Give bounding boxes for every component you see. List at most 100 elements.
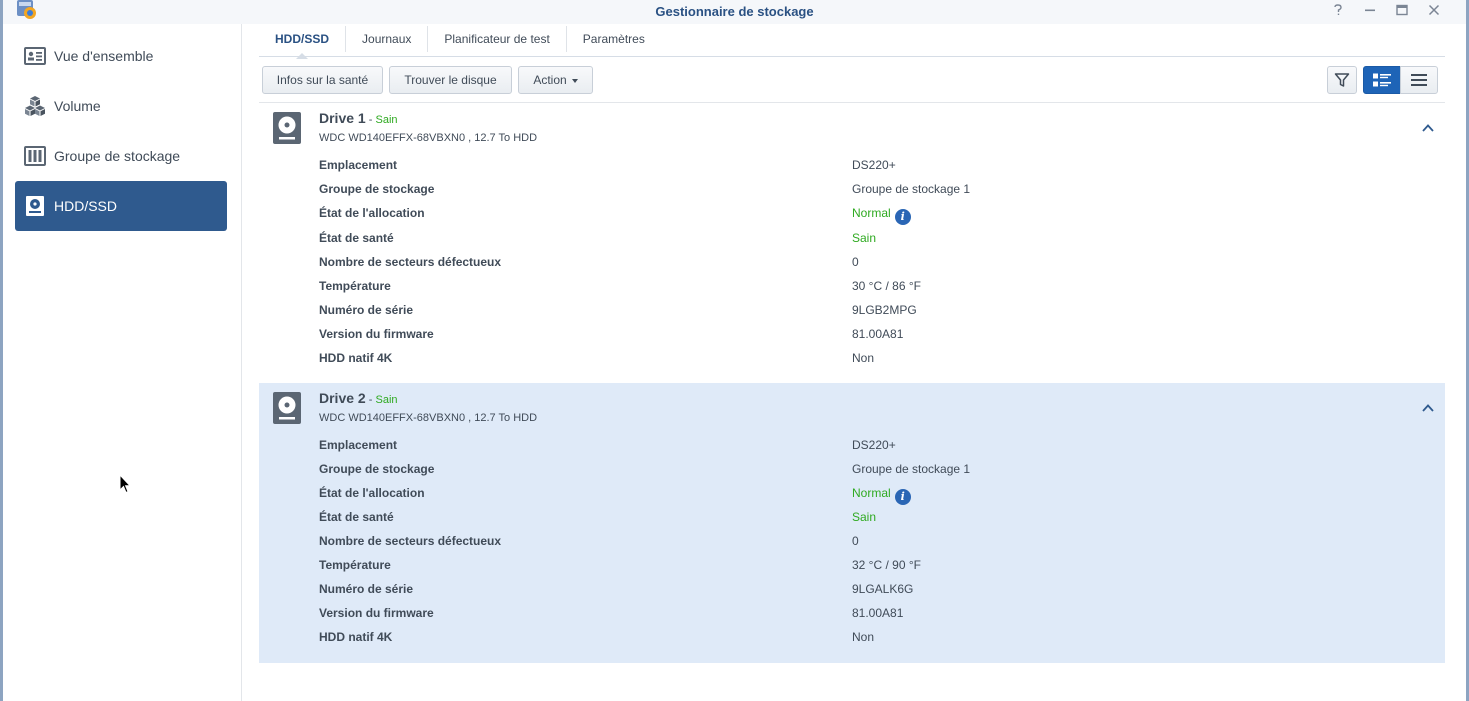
detail-list-icon [1373,73,1391,87]
detail-row-allocation-status: État de l'allocation Normal i [319,206,1419,230]
sidebar-item-label: HDD/SSD [54,198,118,214]
tab-divider [259,56,1445,57]
maximize-button[interactable] [1392,2,1412,20]
health-info-button[interactable]: Infos sur la santé [262,66,383,94]
drive-name: Drive 2 [319,390,366,406]
detail-label: Version du firmware [319,327,434,341]
help-icon [1334,4,1342,15]
window-title: Gestionnaire de stockage [655,4,814,19]
detail-label: État de santé [319,231,394,245]
drive-card-2[interactable]: Drive 2 - Sain WDC WD140EFFX-68VBXN0 , 1… [259,383,1445,663]
storage-manager-window: Gestionnaire de stockage Vue d'ensemble [3,0,1466,701]
detail-label: Numéro de série [319,303,414,317]
hdd-icon [273,112,301,144]
detail-label: HDD natif 4K [319,351,393,365]
list-icon [1411,74,1427,86]
allocation-status-text: Normal [852,486,891,500]
detail-value: Groupe de stockage 1 [852,462,971,476]
minimize-button[interactable] [1360,2,1380,20]
drive-name: Drive 1 [319,110,366,126]
locate-disk-button[interactable]: Trouver le disque [389,66,512,94]
hdd-icon [273,392,301,424]
detail-row-native-4k: HDD natif 4K Non [319,351,1419,375]
volume-cubes-icon [25,96,45,116]
action-label: Action [533,73,567,87]
sidebar-item-storage-pool[interactable]: Groupe de stockage [15,131,227,181]
detail-row-temperature: Température 32 °C / 90 °F [319,558,1419,582]
close-icon [1428,4,1440,16]
detail-value: 81.00A81 [852,606,904,620]
sidebar-item-label: Vue d'ensemble [54,48,154,64]
detail-value: Sain [852,231,877,245]
info-icon[interactable]: i [894,489,911,505]
help-button[interactable] [1328,2,1348,20]
sidebar: Vue d'ensemble Volume Groupe de stockage… [3,24,242,701]
detail-row-location: Emplacement DS220+ [319,438,1419,462]
tab-logs[interactable]: Journaux [346,26,429,52]
sidebar-item-label: Volume [54,98,101,114]
detail-row-firmware-version: Version du firmware 81.00A81 [319,327,1419,351]
detail-row-temperature: Température 30 °C / 86 °F [319,279,1419,303]
filter-icon [1334,73,1350,87]
detail-label: Version du firmware [319,606,434,620]
chevron-up-icon[interactable] [1421,121,1435,135]
list-view-button[interactable] [1400,66,1438,94]
minimize-icon [1365,9,1375,12]
tab-test-scheduler[interactable]: Planificateur de test [428,26,567,52]
sidebar-item-volume[interactable]: Volume [15,81,227,131]
maximize-icon [1396,4,1408,16]
detail-value: DS220+ [852,158,896,172]
detail-label: Nombre de secteurs défectueux [319,534,502,548]
filter-button[interactable] [1327,66,1357,94]
chevron-up-icon[interactable] [1421,401,1435,415]
drive-title: Drive 2 - Sain [319,390,398,406]
tab-settings[interactable]: Paramètres [567,26,661,52]
detail-label: État de l'allocation [319,206,425,220]
sidebar-item-overview[interactable]: Vue d'ensemble [15,31,227,81]
detail-value: 9LGB2MPG [852,303,917,317]
detail-value: 32 °C / 90 °F [852,558,921,572]
detail-value: 30 °C / 86 °F [852,279,921,293]
drive-card-1[interactable]: Drive 1 - Sain WDC WD140EFFX-68VBXN0 , 1… [259,103,1445,383]
detail-row-serial-number: Numéro de série 9LGALK6G [319,582,1419,606]
detail-row-bad-sectors: Nombre de secteurs défectueux 0 [319,255,1419,279]
sidebar-item-hdd-ssd[interactable]: HDD/SSD [15,181,227,231]
title-bar: Gestionnaire de stockage [3,0,1466,24]
hdd-icon [26,196,44,216]
detail-label: Température [319,279,391,293]
detail-value: Normal i [852,486,911,505]
detail-label: Nombre de secteurs défectueux [319,255,502,269]
detail-label: Emplacement [319,158,398,172]
overview-icon [24,47,46,65]
detail-value: Groupe de stockage 1 [852,182,971,196]
detail-label: Groupe de stockage [319,462,435,476]
tab-hdd-ssd[interactable]: HDD/SSD [259,26,347,59]
detail-label: Groupe de stockage [319,182,435,196]
detail-value: 81.00A81 [852,327,904,341]
tab-label: Planificateur de test [444,32,550,46]
detail-value: Sain [852,510,877,524]
mouse-cursor-icon [119,474,131,494]
detail-row-health-status: État de santé Sain [319,510,1419,534]
detail-value: Non [852,351,875,365]
drive-status: Sain [375,114,398,126]
detail-value: 9LGALK6G [852,582,914,596]
detail-label: Température [319,558,391,572]
close-button[interactable] [1424,2,1444,20]
tab-label: HDD/SSD [275,32,330,46]
detail-label: État de santé [319,510,394,524]
drive-model: WDC WD140EFFX-68VBXN0 , 12.7 To HDD [319,412,538,424]
detail-value: Non [852,630,875,644]
drive-status: Sain [375,394,398,406]
detail-row-bad-sectors: Nombre de secteurs défectueux 0 [319,534,1419,558]
detail-row-storage-pool: Groupe de stockage Groupe de stockage 1 [319,182,1419,206]
detail-value: DS220+ [852,438,896,452]
detail-label: Numéro de série [319,582,414,596]
info-icon[interactable]: i [894,209,911,225]
detail-label: HDD natif 4K [319,630,393,644]
sidebar-item-label: Groupe de stockage [54,148,181,164]
detail-row-storage-pool: Groupe de stockage Groupe de stockage 1 [319,462,1419,486]
detail-view-button[interactable] [1363,66,1401,94]
chevron-down-icon [571,78,578,83]
action-dropdown-button[interactable]: Action [518,66,593,94]
